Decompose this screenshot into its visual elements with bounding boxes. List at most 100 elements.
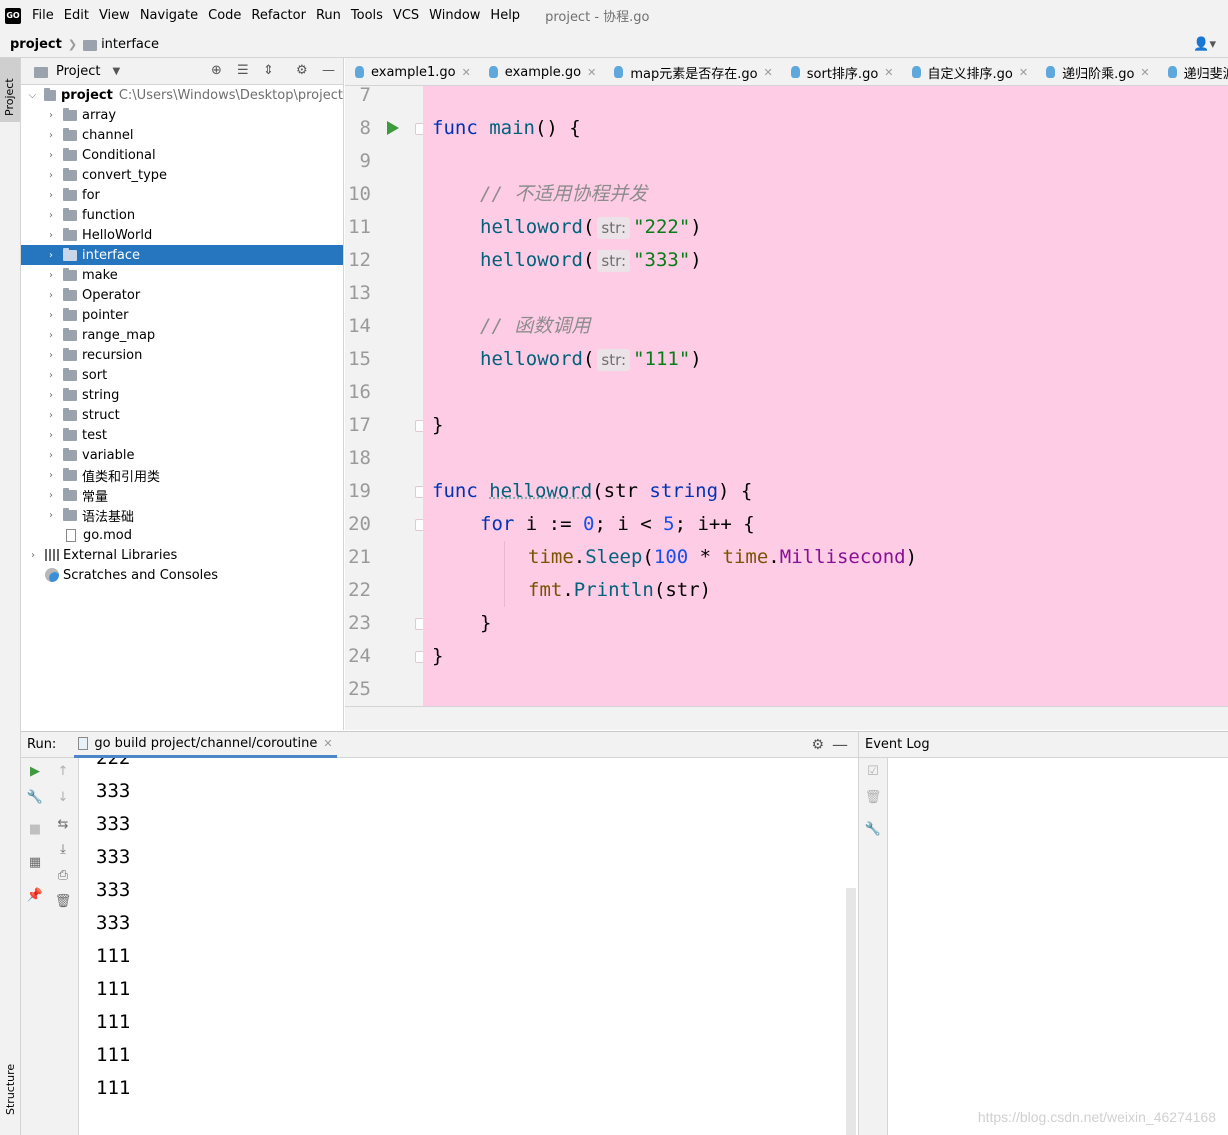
- tree-folder[interactable]: › pointer: [21, 305, 343, 325]
- tree-folder[interactable]: › 语法基础: [21, 505, 343, 525]
- pin-icon[interactable]: 📌: [21, 888, 49, 903]
- tree-root[interactable]: ⌵ project C:\Users\Windows\Desktop\proje…: [21, 85, 343, 105]
- breadcrumb-root[interactable]: project: [10, 37, 62, 52]
- run-gutter-icon[interactable]: [387, 121, 399, 135]
- chevron-right-icon[interactable]: ›: [27, 550, 39, 561]
- tree-folder[interactable]: › channel: [21, 125, 343, 145]
- tree-folder[interactable]: › HelloWorld: [21, 225, 343, 245]
- wrench-icon[interactable]: 🔧: [21, 790, 49, 805]
- arrow-down-icon[interactable]: ↓: [49, 790, 77, 805]
- chevron-right-icon[interactable]: ›: [45, 270, 57, 281]
- tree-folder[interactable]: › recursion: [21, 345, 343, 365]
- menu-navigate[interactable]: Navigate: [135, 0, 203, 31]
- collapse-all-icon[interactable]: ⇕: [263, 63, 274, 78]
- tree-folder[interactable]: › interface: [21, 245, 343, 265]
- scroll-to-end-icon[interactable]: ⤓: [49, 842, 77, 857]
- menu-refactor[interactable]: Refactor: [246, 0, 311, 31]
- editor-tab[interactable]: example.go ✕: [479, 58, 605, 85]
- menu-edit[interactable]: Edit: [59, 0, 94, 31]
- menu-file[interactable]: File: [27, 0, 59, 31]
- close-icon[interactable]: ✕: [1019, 66, 1028, 79]
- editor-tab[interactable]: 递归阶乘.go ✕: [1036, 58, 1158, 85]
- project-tool-button[interactable]: Project: [0, 58, 20, 122]
- minimize-icon[interactable]: —: [322, 63, 335, 78]
- editor-tab[interactable]: example1.go ✕: [345, 58, 479, 85]
- event-log-title[interactable]: Event Log: [865, 737, 930, 752]
- breadcrumb-current[interactable]: interface: [101, 37, 159, 52]
- tree-external-libraries[interactable]: › External Libraries: [21, 545, 343, 565]
- user-icon[interactable]: 👤▾: [1193, 37, 1216, 52]
- editor-tab[interactable]: 自定义排序.go ✕: [902, 58, 1037, 85]
- chevron-right-icon[interactable]: ›: [45, 330, 57, 341]
- project-panel-title[interactable]: Project: [56, 64, 100, 79]
- chevron-right-icon[interactable]: ›: [45, 390, 57, 401]
- chevron-right-icon[interactable]: ›: [45, 150, 57, 161]
- chevron-right-icon[interactable]: ›: [45, 130, 57, 141]
- chevron-right-icon[interactable]: ›: [45, 430, 57, 441]
- code-area[interactable]: func main() { // 不适用协程并发 helloword(str: "…: [423, 86, 1228, 706]
- minimize-icon[interactable]: —: [832, 735, 848, 754]
- tree-folder[interactable]: › struct: [21, 405, 343, 425]
- rerun-icon[interactable]: ▶: [21, 764, 49, 779]
- chevron-right-icon[interactable]: ›: [45, 350, 57, 361]
- chevron-right-icon[interactable]: ›: [45, 110, 57, 121]
- menu-run[interactable]: Run: [311, 0, 346, 31]
- close-icon[interactable]: ✕: [323, 737, 332, 750]
- chevron-right-icon[interactable]: ›: [45, 310, 57, 321]
- chevron-right-icon[interactable]: ›: [45, 490, 57, 501]
- tree-folder[interactable]: › Operator: [21, 285, 343, 305]
- menu-window[interactable]: Window: [424, 0, 485, 31]
- close-icon[interactable]: ✕: [1140, 66, 1149, 79]
- menu-help[interactable]: Help: [485, 0, 525, 31]
- chevron-right-icon[interactable]: ›: [45, 190, 57, 201]
- chevron-right-icon[interactable]: ›: [45, 370, 57, 381]
- expand-all-icon[interactable]: ☰: [237, 63, 249, 78]
- gear-icon[interactable]: ⚙: [296, 63, 308, 78]
- mark-read-icon[interactable]: ☑: [859, 764, 887, 779]
- tree-file-gomod[interactable]: go.mod: [21, 525, 343, 545]
- tree-folder[interactable]: › variable: [21, 445, 343, 465]
- layout-icon[interactable]: ▦: [21, 855, 49, 870]
- chevron-right-icon[interactable]: ›: [45, 250, 57, 261]
- tree-folder[interactable]: › array: [21, 105, 343, 125]
- arrow-up-icon[interactable]: ↑: [49, 764, 77, 779]
- tree-folder[interactable]: › 常量: [21, 485, 343, 505]
- editor-tab[interactable]: map元素是否存在.go ✕: [604, 58, 780, 85]
- close-icon[interactable]: ✕: [587, 66, 596, 79]
- chevron-right-icon[interactable]: ›: [45, 510, 57, 521]
- editor-tab[interactable]: 递归斐波那契额: [1158, 58, 1228, 85]
- menu-view[interactable]: View: [94, 0, 135, 31]
- menu-tools[interactable]: Tools: [346, 0, 388, 31]
- trash-icon[interactable]: 🗑: [859, 790, 887, 805]
- soft-wrap-icon[interactable]: ⇆: [49, 817, 77, 832]
- trash-icon[interactable]: 🗑: [49, 894, 77, 909]
- gear-icon[interactable]: ⚙: [811, 737, 824, 753]
- tree-folder[interactable]: › range_map: [21, 325, 343, 345]
- close-icon[interactable]: ✕: [462, 66, 471, 79]
- chevron-right-icon[interactable]: ›: [45, 410, 57, 421]
- stop-icon[interactable]: ■: [21, 822, 49, 837]
- menu-vcs[interactable]: VCS: [388, 0, 424, 31]
- tree-folder[interactable]: › function: [21, 205, 343, 225]
- locate-icon[interactable]: ⊕: [211, 63, 222, 78]
- console-scrollbar[interactable]: [846, 888, 856, 1135]
- chevron-right-icon[interactable]: ›: [45, 470, 57, 481]
- tree-folder[interactable]: › Conditional: [21, 145, 343, 165]
- tree-folder[interactable]: › for: [21, 185, 343, 205]
- chevron-down-icon[interactable]: ⌵: [27, 90, 38, 101]
- chevron-right-icon[interactable]: ›: [45, 230, 57, 241]
- chevron-right-icon[interactable]: ›: [45, 210, 57, 221]
- chevron-right-icon[interactable]: ›: [45, 290, 57, 301]
- tree-folder[interactable]: › sort: [21, 365, 343, 385]
- tree-scratches[interactable]: Scratches and Consoles: [21, 565, 343, 585]
- code-editor[interactable]: 7 8 9 10 11 12 13 14 15 16 17 18 19 20 21 22 23 24 25 func…: [345, 86, 1228, 706]
- menu-code[interactable]: Code: [203, 0, 246, 31]
- tree-folder[interactable]: › string: [21, 385, 343, 405]
- close-icon[interactable]: ✕: [764, 66, 773, 79]
- run-tab[interactable]: go build project/channel/coroutine ✕: [74, 731, 337, 758]
- print-icon[interactable]: ⎙: [49, 868, 77, 883]
- chevron-right-icon[interactable]: ›: [45, 450, 57, 461]
- console-output[interactable]: 222 333 333 333 333 333 111 111 111 111 111: [79, 758, 858, 1135]
- tree-folder[interactable]: › convert_type: [21, 165, 343, 185]
- tree-folder[interactable]: › test: [21, 425, 343, 445]
